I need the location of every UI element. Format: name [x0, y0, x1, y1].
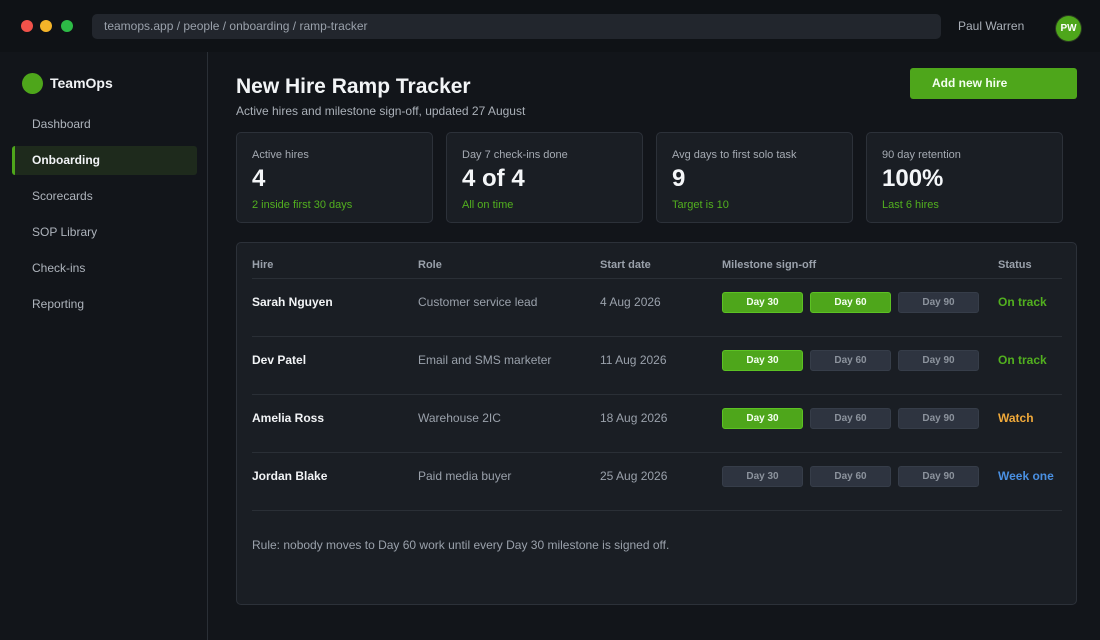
table-row[interactable]: Amelia Ross Warehouse 2IC 18 Aug 2026 Day 3…: [237, 395, 1078, 453]
stat-value: 100%: [882, 165, 944, 192]
stat-label: 90 day retention: [882, 149, 961, 161]
sidebar: TeamOps Dashboard Onboarding Scorecards …: [0, 52, 208, 640]
table-row[interactable]: Dev Patel Email and SMS marketer 11 Aug 20…: [237, 337, 1078, 395]
close-window-button[interactable]: [21, 20, 33, 32]
hire-role: Customer service lead: [418, 295, 538, 309]
stat-card-retention: 90 day retention 100% Last 6 hires: [866, 132, 1063, 223]
stat-note: Last 6 hires: [882, 199, 939, 211]
page-title: New Hire Ramp Tracker: [236, 75, 471, 98]
stat-label: Active hires: [252, 149, 309, 161]
milestone-day60-pill[interactable]: Day 60: [810, 466, 891, 487]
hire-start-date: 11 Aug 2026: [600, 353, 667, 367]
user-name: Paul Warren: [958, 19, 1025, 33]
hire-name: Jordan Blake: [252, 469, 328, 483]
stat-card-day7-checkins: Day 7 check-ins done 4 of 4 All on time: [446, 132, 643, 223]
milestone-day30-pill[interactable]: Day 30: [722, 408, 803, 429]
brand-logo-icon: [22, 73, 43, 94]
stat-note: All on time: [462, 199, 514, 211]
sidebar-item-dashboard[interactable]: Dashboard: [12, 110, 197, 139]
stat-card-avg-days-solo: Avg days to first solo task 9 Target is …: [656, 132, 853, 223]
stat-note: 2 inside first 30 days: [252, 199, 353, 211]
page-subtitle: Active hires and milestone sign-off, upd…: [236, 104, 526, 118]
sidebar-item-sop-library[interactable]: SOP Library: [12, 218, 197, 247]
milestone-day60-pill[interactable]: Day 60: [810, 350, 891, 371]
stat-label: Avg days to first solo task: [672, 149, 797, 161]
sidebar-item-reporting[interactable]: Reporting: [12, 290, 197, 319]
rule-note: Rule: nobody moves to Day 60 work until …: [252, 538, 670, 552]
stat-value: 4: [252, 165, 266, 192]
status-badge: On track: [998, 353, 1047, 367]
stat-value: 4 of 4: [462, 165, 525, 192]
stat-label: Day 7 check-ins done: [462, 149, 568, 161]
browser-toolbar: teamops.app / people / onboarding / ramp…: [0, 0, 1100, 52]
milestone-day60-pill[interactable]: Day 60: [810, 408, 891, 429]
hire-role: Paid media buyer: [418, 469, 512, 483]
hire-name: Amelia Ross: [252, 411, 325, 425]
status-badge: Week one: [998, 469, 1054, 483]
hire-start-date: 25 Aug 2026: [600, 469, 668, 483]
stat-value: 9: [672, 165, 686, 192]
hire-name: Sarah Nguyen: [252, 295, 333, 309]
milestone-day90-pill[interactable]: Day 90: [898, 292, 979, 313]
sidebar-item-scorecards[interactable]: Scorecards: [12, 182, 197, 211]
milestone-day30-pill[interactable]: Day 30: [722, 466, 803, 487]
column-header-start-date: Start date: [600, 259, 651, 271]
minimize-window-button[interactable]: [40, 20, 52, 32]
column-header-milestones: Milestone sign-off: [722, 259, 817, 271]
hire-start-date: 4 Aug 2026: [600, 295, 661, 309]
brand-name: TeamOps: [50, 75, 113, 91]
column-header-hire: Hire: [252, 259, 274, 271]
milestone-day90-pill[interactable]: Day 90: [898, 466, 979, 487]
milestone-day60-pill[interactable]: Day 60: [810, 292, 891, 313]
column-header-status: Status: [998, 259, 1032, 271]
hire-name: Dev Patel: [252, 353, 307, 367]
hire-role: Warehouse 2IC: [418, 411, 501, 425]
sidebar-item-onboarding[interactable]: Onboarding: [12, 146, 197, 175]
maximize-window-button[interactable]: [61, 20, 73, 32]
stat-card-active-hires: Active hires 4 2 inside first 30 days: [236, 132, 433, 223]
hire-role: Email and SMS marketer: [418, 353, 552, 367]
stat-note: Target is 10: [672, 199, 729, 211]
milestone-day90-pill[interactable]: Day 90: [898, 408, 979, 429]
table-row[interactable]: Sarah Nguyen Customer service lead 4 Aug 2…: [237, 279, 1078, 337]
column-header-role: Role: [418, 259, 442, 271]
avatar[interactable]: PW: [1056, 16, 1081, 41]
status-badge: On track: [998, 295, 1047, 309]
milestone-day30-pill[interactable]: Day 30: [722, 292, 803, 313]
ramp-table: Hire Role Start date Milestone sign-off …: [236, 242, 1077, 605]
table-row[interactable]: Jordan Blake Paid media buyer 25 Aug 2026 D…: [237, 453, 1078, 511]
address-bar[interactable]: teamops.app / people / onboarding / ramp…: [92, 14, 941, 39]
status-badge: Watch: [998, 411, 1034, 425]
milestone-day90-pill[interactable]: Day 90: [898, 350, 979, 371]
sidebar-item-check-ins[interactable]: Check-ins: [12, 254, 197, 283]
hire-start-date: 18 Aug 2026: [600, 411, 668, 425]
row-divider: [252, 510, 1062, 511]
add-new-hire-button[interactable]: Add new hire: [910, 68, 1077, 99]
milestone-day30-pill[interactable]: Day 30: [722, 350, 803, 371]
